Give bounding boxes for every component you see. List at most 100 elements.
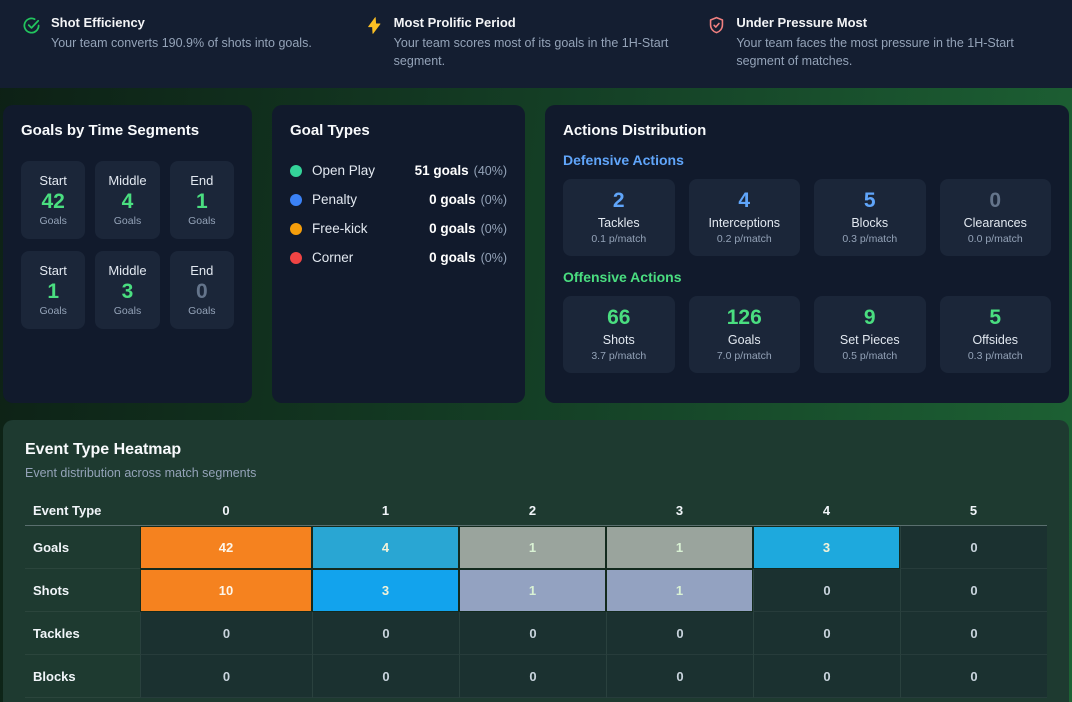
heatmap-cell: 0 — [606, 655, 753, 698]
action-label: Clearances — [946, 216, 1046, 230]
segment-caption: Goals — [39, 215, 66, 227]
offensive-actions-heading: Offensive Actions — [563, 269, 1051, 285]
event-type-heatmap-panel: Event Type Heatmap Event distribution ac… — [3, 420, 1069, 702]
action-tile: 5 Blocks 0.3 p/match — [814, 179, 926, 256]
action-tile: 0 Clearances 0.0 p/match — [940, 179, 1052, 256]
segment-tile: End 1 Goals — [170, 161, 234, 239]
insight-description: Your team converts 190.9% of shots into … — [51, 34, 312, 52]
segment-tile: End 0 Goals — [170, 251, 234, 329]
segment-value: 1 — [47, 280, 59, 303]
heatmap-row-label: Tackles — [25, 612, 140, 655]
heatmap-column-header: 5 — [900, 503, 1047, 518]
card-title: Goal Types — [290, 122, 507, 139]
offensive-actions-grid: 66 Shots 3.7 p/match 126 Goals 7.0 p/mat… — [563, 296, 1051, 373]
segment-tile: Start 1 Goals — [21, 251, 85, 329]
heatmap-cell: 1 — [459, 569, 606, 612]
insight-title: Shot Efficiency — [51, 15, 312, 30]
heatmap-cell: 0 — [312, 612, 459, 655]
goal-type-percent: (0%) — [481, 222, 507, 236]
action-value: 9 — [820, 306, 920, 330]
heatmap-cell: 0 — [459, 612, 606, 655]
action-caption: 3.7 p/match — [569, 350, 669, 362]
heatmap-column-header: 4 — [753, 503, 900, 518]
goal-type-value: 0 goals — [429, 221, 476, 236]
action-label: Interceptions — [695, 216, 795, 230]
heatmap-cell: 4 — [312, 526, 459, 569]
heatmap-cell: 1 — [606, 526, 753, 569]
action-label: Offsides — [946, 333, 1046, 347]
action-caption: 0.0 p/match — [946, 233, 1046, 245]
heatmap-cell: 0 — [900, 569, 1047, 612]
heatmap-cell: 0 — [312, 655, 459, 698]
time-segment-grid: Start 42 Goals Middle 4 Goals End 1 Goal… — [21, 161, 234, 329]
heatmap-cell: 10 — [140, 569, 312, 612]
goal-type-percent: (40%) — [474, 164, 507, 178]
heatmap-cell: 0 — [140, 655, 312, 698]
segment-label: Start — [39, 263, 66, 278]
segment-caption: Goals — [114, 215, 141, 227]
heatmap-cell: 3 — [753, 526, 900, 569]
heatmap-cell: 0 — [459, 655, 606, 698]
goal-type-value: 51 goals — [415, 163, 469, 178]
heatmap-cell: 0 — [900, 655, 1047, 698]
heatmap-row-shots: Shots 10 3 1 1 0 0 — [25, 569, 1047, 612]
heatmap-cell: 0 — [900, 612, 1047, 655]
action-label: Blocks — [820, 216, 920, 230]
heatmap-corner-label: Event Type — [25, 503, 140, 518]
heatmap-cell: 0 — [753, 612, 900, 655]
segment-caption: Goals — [39, 305, 66, 317]
heatmap-cell: 1 — [459, 526, 606, 569]
heatmap-cell: 0 — [753, 569, 900, 612]
segment-label: Start — [39, 173, 66, 188]
heatmap-cell: 0 — [900, 526, 1047, 569]
action-label: Tackles — [569, 216, 669, 230]
heatmap-cell: 42 — [140, 526, 312, 569]
goal-type-percent: (0%) — [481, 193, 507, 207]
heatmap-table: Event Type 0 1 2 3 4 5 Goals 42 4 1 1 3 … — [25, 495, 1047, 698]
action-caption: 0.3 p/match — [820, 233, 920, 245]
action-tile: 5 Offsides 0.3 p/match — [940, 296, 1052, 373]
insights-bar: Shot Efficiency Your team converts 190.9… — [0, 0, 1072, 88]
legend-dot-icon — [290, 223, 302, 235]
segment-tile: Middle 3 Goals — [95, 251, 159, 329]
goal-type-row: Corner 0 goals(0%) — [290, 250, 507, 265]
heatmap-row-label: Shots — [25, 569, 140, 612]
legend-dot-icon — [290, 252, 302, 264]
segment-tile: Start 42 Goals — [21, 161, 85, 239]
heatmap-row-label: Blocks — [25, 655, 140, 698]
segment-value: 1 — [196, 190, 208, 213]
goal-type-percent: (0%) — [481, 251, 507, 265]
heatmap-row-label: Goals — [25, 526, 140, 569]
action-value: 5 — [946, 306, 1046, 330]
lightning-icon — [365, 16, 384, 35]
heatmap-subtitle: Event distribution across match segments — [25, 466, 1047, 480]
action-tile: 4 Interceptions 0.2 p/match — [689, 179, 801, 256]
heatmap-cell: 0 — [606, 612, 753, 655]
goal-type-row: Open Play 51 goals (40%) — [290, 163, 507, 178]
goal-type-label: Open Play — [312, 163, 375, 178]
insight-description: Your team faces the most pressure in the… — [736, 34, 1032, 70]
action-caption: 7.0 p/match — [695, 350, 795, 362]
heatmap-cell: 1 — [606, 569, 753, 612]
legend-dot-icon — [290, 194, 302, 206]
action-value: 66 — [569, 306, 669, 330]
action-label: Goals — [695, 333, 795, 347]
goal-type-label: Penalty — [312, 192, 357, 207]
action-caption: 0.3 p/match — [946, 350, 1046, 362]
heatmap-cell: 0 — [753, 655, 900, 698]
goal-types-card: Goal Types Open Play 51 goals (40%) Penal… — [272, 105, 525, 403]
goal-type-row: Penalty 0 goals(0%) — [290, 192, 507, 207]
heatmap-column-header: 2 — [459, 503, 606, 518]
segment-caption: Goals — [188, 215, 215, 227]
goal-types-list: Open Play 51 goals(40%) Penalty 0 goals(… — [290, 163, 507, 265]
heatmap-cell: 3 — [312, 569, 459, 612]
action-label: Set Pieces — [820, 333, 920, 347]
stats-cards-row: Goals by Time Segments Start 42 Goals Mi… — [3, 105, 1069, 403]
action-label: Shots — [569, 333, 669, 347]
action-value: 4 — [695, 189, 795, 213]
actions-distribution-card: Actions Distribution Defensive Actions 2… — [545, 105, 1069, 403]
card-title: Goals by Time Segments — [21, 122, 234, 139]
segment-label: End — [190, 173, 213, 188]
segment-label: Middle — [108, 263, 146, 278]
segment-value: 4 — [122, 190, 134, 213]
